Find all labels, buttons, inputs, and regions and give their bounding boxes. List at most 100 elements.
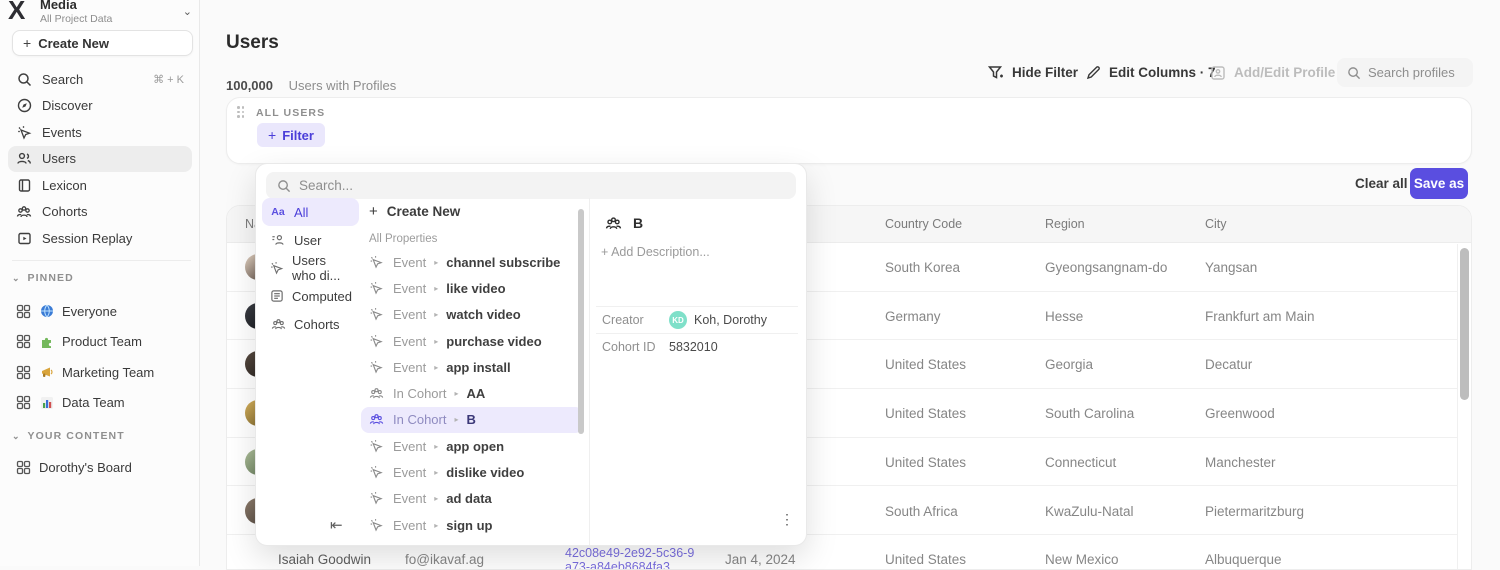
computed-icon [270, 289, 284, 303]
sidebar-item-product-team[interactable]: Product Team [8, 327, 192, 358]
cohort-preview-pane: B + Add Description... Creator KD Koh, D… [589, 198, 806, 545]
event-spark-icon [369, 465, 385, 480]
sidebar-item-cohorts[interactable]: Cohorts [8, 199, 192, 226]
dropdown-item-list: + Create New All Properties Event ▸ chan… [361, 198, 589, 538]
dropdown-item-watch-video[interactable]: Event ▸ watch video [361, 302, 583, 328]
dropdown-item-dislike-video[interactable]: Event ▸ dislike video [361, 459, 583, 485]
puzzle-icon [39, 334, 54, 349]
event-spark-icon [369, 255, 385, 270]
dropdown-item-app-install[interactable]: Event ▸ app install [361, 354, 583, 380]
profile-badge-icon [1210, 65, 1226, 81]
event-spark-icon [16, 124, 32, 140]
pinned-section-header[interactable]: ⌄ PINNED [12, 272, 192, 284]
cohort-id-row: Cohort ID 5832010 [602, 335, 798, 359]
dropdown-scrollbar-thumb[interactable] [578, 209, 584, 434]
sidebar: X Media All Project Data ⌄ + Create New … [0, 0, 200, 566]
bar-chart-icon [39, 395, 54, 410]
sidebar-item-data-team[interactable]: Data Team [8, 388, 192, 419]
sidebar-item-everyone[interactable]: Everyone [8, 296, 192, 327]
column-header-region[interactable]: Region [1045, 217, 1085, 231]
dropdown-item-AA[interactable]: In Cohort ▸ AA [361, 380, 583, 406]
edit-columns-button[interactable]: Edit Columns · 7 [1086, 58, 1216, 87]
sidebar-item-dorothys-board[interactable]: Dorothy's Board [8, 452, 192, 483]
chevron-down-icon: ⌄ [12, 431, 20, 442]
table-scrollbar[interactable] [1457, 244, 1471, 569]
all-properties-label: All Properties [361, 225, 589, 249]
dropdown-search-input[interactable]: Search... [266, 172, 796, 199]
profile-count: 100,000 [226, 78, 273, 93]
search-profiles-input[interactable]: Search profiles [1337, 58, 1473, 87]
avatar [245, 546, 271, 570]
column-header-country-code[interactable]: Country Code [885, 217, 962, 231]
event-spark-icon [369, 281, 385, 296]
board-grid-icon [16, 334, 31, 349]
workspace-switcher[interactable]: X Media All Project Data ⌄ [8, 0, 192, 28]
search-profiles-placeholder: Search profiles [1368, 65, 1455, 80]
cohort-icon [369, 386, 385, 401]
sidebar-item-discover[interactable]: Discover [8, 93, 192, 120]
dropdown-item-ad-data[interactable]: Event ▸ ad data [361, 486, 583, 512]
replay-icon [16, 230, 32, 246]
create-new-button[interactable]: + Create New [12, 30, 193, 56]
category-users-who-did[interactable]: Users who di... [262, 254, 359, 282]
sidebar-item-users[interactable]: Users [8, 146, 192, 173]
compass-icon [16, 98, 32, 114]
dropdown-item-sign-up[interactable]: Event ▸ sign up [361, 512, 583, 538]
create-new-label: Create New [38, 36, 109, 51]
cohort-title: B [633, 215, 643, 231]
save-as-button[interactable]: Save as [1410, 168, 1468, 199]
user-id-link[interactable]: 42c08e49-2e92-5c36-9a73-a84eb8684fa3 [565, 546, 701, 570]
sidebar-divider [12, 260, 191, 261]
sidebar-item-lexicon[interactable]: Lexicon [8, 172, 192, 199]
dropdown-category-list: Aa All User Users who di... Computed Coh… [262, 198, 359, 338]
search-icon [1347, 66, 1361, 80]
event-spark-icon [369, 518, 385, 533]
add-description-button[interactable]: + Add Description... [601, 245, 710, 259]
user-icon [270, 233, 286, 247]
globe-icon [39, 304, 54, 319]
add-edit-profile-button[interactable]: Add/Edit Profile [1210, 58, 1335, 87]
book-icon [16, 177, 32, 193]
sidebar-item-marketing-team[interactable]: Marketing Team [8, 357, 192, 388]
your-content-list: Dorothy's Board [8, 452, 192, 483]
plus-icon: + [23, 35, 31, 51]
drag-handle-icon[interactable] [237, 106, 246, 120]
category-cohorts[interactable]: Cohorts [262, 310, 359, 338]
funnel-icon [988, 65, 1004, 80]
cohort-id-label: Cohort ID [602, 340, 657, 354]
creator-label: Creator [602, 313, 657, 327]
profile-count-row: 100,000 Users with Profiles [226, 78, 396, 93]
pinned-list: Everyone Product Team Marketing Team Dat… [8, 296, 192, 418]
user-name: Isaiah Goodwin [278, 552, 371, 567]
dropdown-create-new-button[interactable]: + Create New [361, 198, 589, 225]
column-header-city[interactable]: City [1205, 217, 1227, 231]
user-date: Jan 4, 2024 [725, 552, 796, 567]
category-all[interactable]: Aa All [262, 198, 359, 226]
more-options-icon[interactable]: ⋮ [780, 516, 794, 522]
your-content-section-header[interactable]: ⌄ YOUR CONTENT [12, 430, 192, 442]
search-shortcut: ⌘ + K [153, 73, 184, 86]
dropdown-item-channel-subscribe[interactable]: Event ▸ channel subscribe [361, 249, 583, 275]
dropdown-item-like-video[interactable]: Event ▸ like video [361, 275, 583, 301]
category-computed[interactable]: Computed [262, 282, 359, 310]
collapse-panel-icon[interactable]: ⇤ [330, 516, 343, 534]
category-user[interactable]: User [262, 226, 359, 254]
dropdown-item-B[interactable]: In Cohort ▸ B [361, 407, 583, 433]
sidebar-item-search[interactable]: Search ⌘ + K [8, 66, 192, 93]
scrollbar-thumb[interactable] [1460, 248, 1469, 400]
hide-filter-button[interactable]: Hide Filter [988, 58, 1078, 87]
page-title: Users [226, 32, 279, 54]
filter-property-dropdown: Search... Aa All User Users who di... Co… [255, 163, 807, 546]
clear-all-button[interactable]: Clear all [1355, 176, 1408, 191]
add-filter-button[interactable]: + Filter [257, 123, 325, 147]
chevron-down-icon: ⌄ [12, 273, 20, 284]
dropdown-item-app-open[interactable]: Event ▸ app open [361, 433, 583, 459]
event-spark-icon [369, 491, 385, 506]
users-icon [16, 151, 32, 167]
dropdown-item-purchase-video[interactable]: Event ▸ purchase video [361, 328, 583, 354]
event-spark-icon [369, 334, 385, 349]
sidebar-item-events[interactable]: Events [8, 119, 192, 146]
sidebar-item-session-replay[interactable]: Session Replay [8, 225, 192, 252]
creator-name: Koh, Dorothy [694, 313, 767, 327]
board-grid-icon [16, 365, 31, 380]
